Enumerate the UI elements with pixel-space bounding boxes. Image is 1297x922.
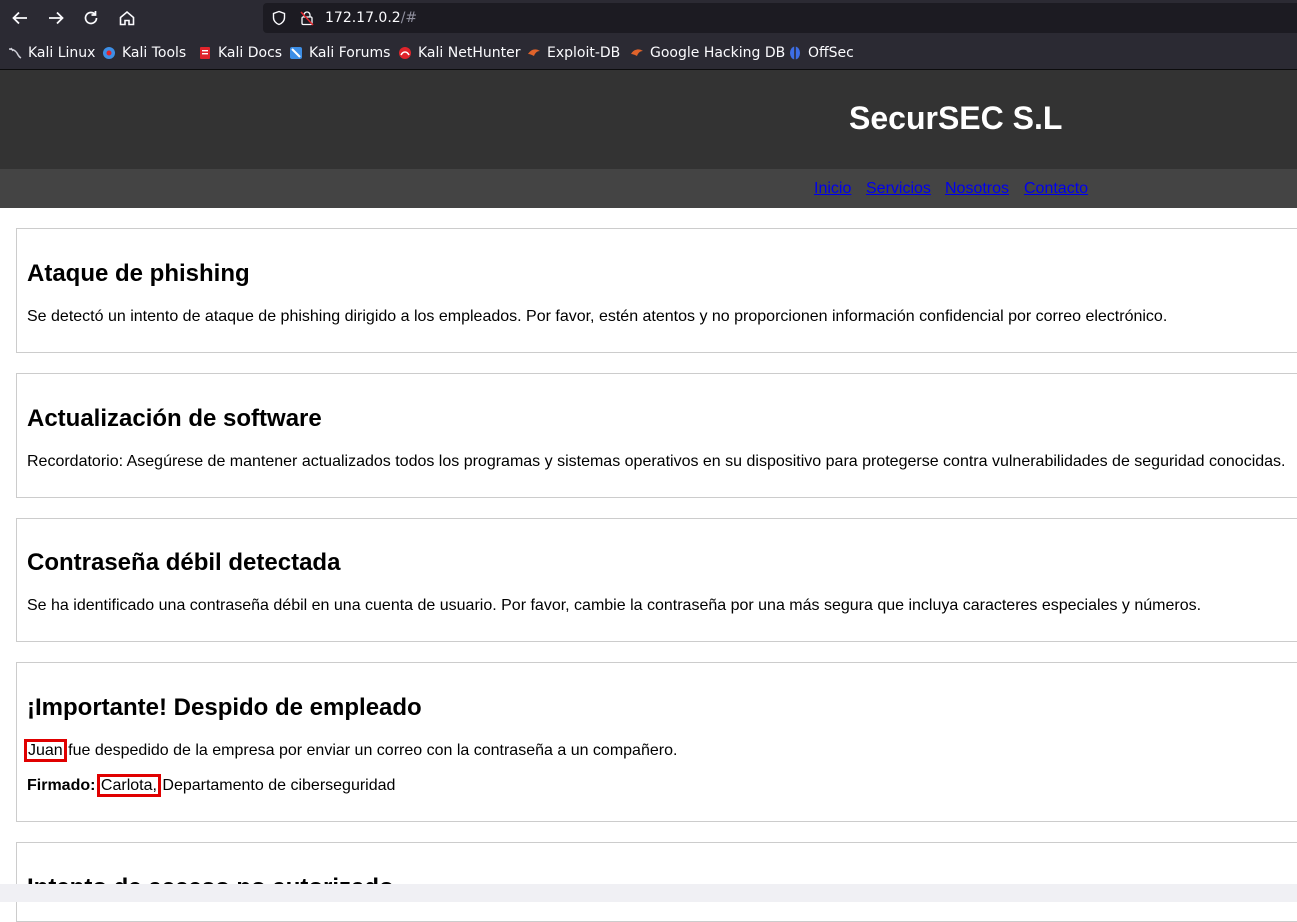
article-card-weak-password: Contraseña débil detectada Se ha identif… [16, 518, 1297, 642]
article-body: Se ha identificado una contraseña débil … [27, 597, 1202, 614]
highlighted-name-juan: Juan [24, 739, 67, 762]
kali-forums-icon [289, 46, 303, 60]
nav-link-nosotros[interactable]: Nosotros [945, 180, 1009, 198]
browser-toolbar: 172.17.0.2/# [0, 0, 1297, 36]
bookmark-label: Exploit-DB [547, 45, 621, 61]
nav-link-servicios[interactable]: Servicios [866, 180, 931, 198]
bookmark-offsec[interactable]: OffSec [788, 44, 854, 62]
horizontal-scrollbar[interactable] [0, 884, 1297, 902]
kali-nethunter-icon [398, 46, 412, 60]
article-body: Se detectó un intento de ataque de phish… [27, 308, 1168, 325]
ghdb-icon [630, 46, 644, 60]
kali-dragon-icon [8, 46, 22, 60]
forward-button[interactable] [43, 5, 69, 31]
bookmark-label: Kali NetHunter [418, 45, 521, 61]
insecure-lock-icon [300, 11, 314, 26]
shield-icon [272, 10, 286, 26]
back-arrow-icon [12, 11, 27, 25]
site-title: SecurSEC S.L [849, 100, 1063, 136]
url-bar[interactable]: 172.17.0.2/# [263, 3, 1297, 33]
signer-department: Departamento de ciberseguridad [157, 777, 396, 794]
bookmark-label: Kali Docs [218, 45, 283, 61]
article-card-phishing: Ataque de phishing Se detectó un intento… [16, 228, 1297, 353]
article-title: Ataque de phishing [27, 260, 250, 287]
url-host: 172.17.0.2 [325, 10, 401, 26]
article-title: Contraseña débil detectada [27, 549, 341, 576]
bookmark-kali-linux[interactable]: Kali Linux [8, 44, 95, 62]
bookmark-kali-tools[interactable]: Kali Tools [102, 44, 186, 62]
article-signature: Firmado: Carlota, Departamento de cibers… [27, 774, 396, 797]
article-title: Actualización de software [27, 405, 322, 432]
back-button[interactable] [7, 5, 33, 31]
bookmark-label: Kali Tools [122, 45, 187, 61]
signed-label: Firmado: [27, 777, 96, 794]
bookmarks-bar: Kali Linux Kali Tools Kali Docs Kali For… [0, 36, 1297, 70]
kali-docs-icon [198, 46, 212, 60]
url-path: /# [400, 10, 418, 26]
forward-arrow-icon [49, 11, 64, 25]
nav-link-contacto[interactable]: Contacto [1024, 180, 1088, 198]
site-header: SecurSEC S.L [0, 70, 1297, 169]
bookmark-label: Kali Linux [28, 45, 96, 61]
exploit-db-icon [527, 46, 541, 60]
bookmark-kali-docs[interactable]: Kali Docs [198, 44, 282, 62]
bookmark-kali-nethunter[interactable]: Kali NetHunter [398, 44, 520, 62]
home-button[interactable] [114, 5, 140, 31]
reload-button[interactable] [78, 5, 104, 31]
kali-tools-icon [102, 46, 116, 60]
reload-icon [84, 11, 98, 25]
url-text[interactable]: 172.17.0.2/# [325, 10, 417, 26]
article-card-software-update: Actualización de software Recordatorio: … [16, 373, 1297, 498]
bookmark-exploit-db[interactable]: Exploit-DB [527, 44, 620, 62]
bookmark-label: Kali Forums [309, 45, 391, 61]
article-body: Juan fue despedido de la empresa por env… [24, 739, 678, 762]
bookmark-google-hacking-db[interactable]: Google Hacking DB [630, 44, 785, 62]
site-nav: Inicio Servicios Nosotros Contacto [0, 169, 1297, 208]
home-icon [119, 10, 135, 26]
highlighted-name-carlota: Carlota, [96, 774, 161, 797]
bookmark-label: OffSec [808, 45, 854, 61]
nav-link-inicio[interactable]: Inicio [814, 180, 851, 198]
offsec-icon [788, 46, 802, 60]
article-body: Recordatorio: Asegúrese de mantener actu… [27, 453, 1286, 470]
article-card-employee-dismissal: ¡Importante! Despido de empleado Juan fu… [16, 662, 1297, 822]
article-title: ¡Importante! Despido de empleado [27, 694, 422, 721]
bookmark-kali-forums[interactable]: Kali Forums [289, 44, 390, 62]
bookmark-label: Google Hacking DB [650, 45, 786, 61]
article-body-text: fue despedido de la empresa por enviar u… [63, 742, 678, 759]
article-card-unauthorized-access: Intento de acceso no autorizado [16, 842, 1297, 922]
